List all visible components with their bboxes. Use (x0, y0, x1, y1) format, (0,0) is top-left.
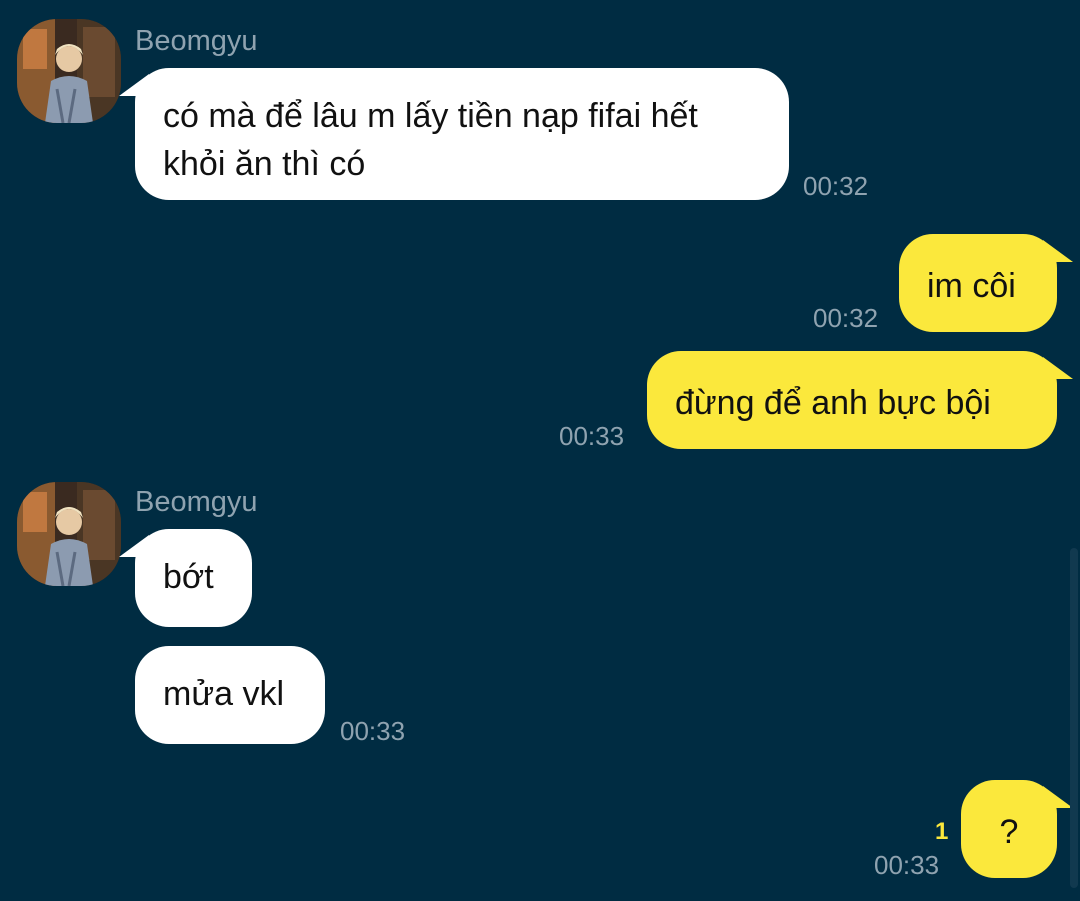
message-timestamp: 00:33 (559, 421, 625, 451)
avatar-photo-icon (17, 19, 121, 123)
bubble-tail (1043, 240, 1073, 262)
outgoing-message-bubble[interactable]: ? (961, 780, 1073, 878)
message-text: bớt (163, 558, 214, 596)
outgoing-message-bubble[interactable]: đừng để anh bực bội (647, 351, 1073, 449)
message-timestamp: 00:32 (803, 171, 869, 201)
incoming-message-bubble[interactable]: bớt (119, 529, 252, 627)
contact-avatar[interactable] (17, 19, 121, 123)
bubble-tail (119, 535, 149, 557)
message-text: mửa vkl (163, 675, 284, 713)
message-text: đừng để anh bực bội (675, 384, 991, 422)
message-timestamp: 00:33 (340, 716, 406, 746)
message-text: có mà để lâu m lấy tiền nạp fifai hết kh… (163, 97, 698, 183)
scrollbar[interactable] (1070, 548, 1078, 888)
message-text: ? (999, 813, 1019, 851)
message-text: im côi (927, 267, 1016, 305)
avatar-photo-icon (17, 482, 121, 586)
incoming-message-bubble[interactable]: có mà để lâu m lấy tiền nạp fifai hết kh… (119, 68, 789, 200)
incoming-message-bubble[interactable]: mửa vkl (135, 646, 325, 744)
bubble-tail (119, 74, 149, 96)
outgoing-message-bubble[interactable]: im côi (899, 234, 1073, 332)
sender-name: Beomgyu (135, 25, 258, 57)
bubble-tail (1043, 357, 1073, 379)
sender-name: Beomgyu (135, 486, 258, 518)
message-timestamp: 00:32 (813, 303, 879, 333)
message-timestamp: 00:33 (874, 850, 940, 880)
bubble-tail (1043, 786, 1073, 808)
contact-avatar[interactable] (17, 482, 121, 586)
unread-count-badge: 1 (935, 818, 949, 845)
